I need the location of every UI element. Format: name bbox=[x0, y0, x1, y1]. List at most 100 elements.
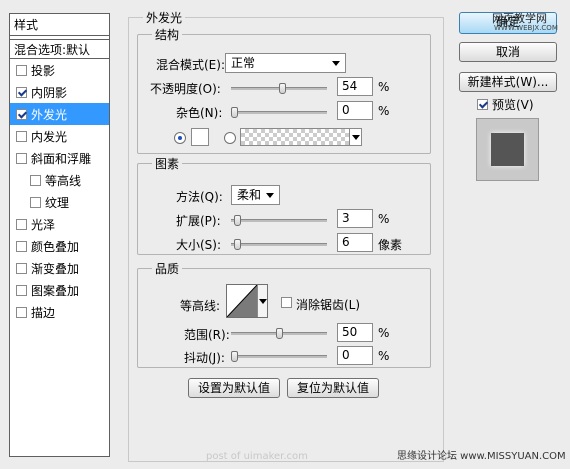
style-item-checkbox[interactable] bbox=[16, 108, 27, 120]
spread-slider[interactable] bbox=[231, 215, 327, 226]
style-item[interactable]: 投影 bbox=[10, 59, 109, 81]
style-item-label: 图案叠加 bbox=[31, 283, 80, 298]
watermark-bottom: post of uimaker.com bbox=[206, 451, 308, 462]
make-default-button[interactable]: 设置为默认值 bbox=[188, 378, 280, 398]
style-list-panel: 样式 混合选项:默认 投影内阴影外发光内发光斜面和浮雕等高线纹理光泽颜色叠加渐变… bbox=[9, 13, 110, 457]
style-item[interactable]: 内阴影 bbox=[10, 81, 109, 103]
chevron-down-icon bbox=[332, 61, 340, 66]
opacity-slider-thumb[interactable] bbox=[279, 83, 286, 94]
jitter-slider-thumb[interactable] bbox=[231, 351, 238, 362]
range-label: 范围(R): bbox=[184, 328, 230, 342]
method-value: 柔和 bbox=[237, 188, 262, 202]
spread-input[interactable]: 3 bbox=[337, 209, 373, 228]
range-input[interactable]: 50 bbox=[337, 323, 373, 342]
jitter-unit: % bbox=[378, 349, 390, 363]
blending-options-item[interactable]: 混合选项:默认 bbox=[10, 39, 109, 59]
method-label: 方法(Q): bbox=[176, 190, 223, 204]
style-item[interactable]: 渐变叠加 bbox=[10, 257, 109, 279]
quality-title: 品质 bbox=[152, 260, 183, 277]
style-item[interactable]: 光泽 bbox=[10, 213, 109, 235]
chevron-down-icon bbox=[352, 135, 360, 140]
new-style-button[interactable]: 新建样式(W)... bbox=[459, 72, 557, 92]
opacity-input[interactable]: 54 bbox=[337, 77, 373, 96]
size-label: 大小(S): bbox=[176, 238, 222, 252]
spread-unit: % bbox=[378, 212, 390, 226]
structure-group: 结构 混合模式(E): 正常 不透明度(O): 54 % 杂色(N): 0 % bbox=[137, 26, 431, 154]
elements-group: 图素 方法(Q): 柔和 扩展(P): 3 % 大小(S): 6 像素 bbox=[137, 155, 431, 255]
gradient-radio[interactable] bbox=[224, 132, 236, 144]
style-item-label: 纹理 bbox=[45, 195, 70, 210]
spread-slider-thumb[interactable] bbox=[234, 215, 241, 226]
style-item-label: 颜色叠加 bbox=[31, 239, 80, 254]
style-item-label: 光泽 bbox=[31, 217, 56, 232]
method-select[interactable]: 柔和 bbox=[231, 185, 280, 205]
range-slider[interactable] bbox=[231, 328, 327, 339]
contour-dropdown[interactable] bbox=[257, 285, 267, 317]
contour-linear-icon bbox=[227, 285, 257, 317]
style-item-checkbox[interactable] bbox=[16, 262, 27, 274]
antialias-checkbox[interactable] bbox=[281, 297, 292, 308]
watermark-site-url: WWW.WEBJX.COM bbox=[494, 24, 558, 32]
blend-mode-value: 正常 bbox=[231, 56, 256, 70]
size-input[interactable]: 6 bbox=[337, 233, 373, 252]
jitter-slider[interactable] bbox=[231, 351, 327, 362]
style-item-checkbox[interactable] bbox=[30, 174, 41, 186]
style-item-checkbox[interactable] bbox=[16, 306, 27, 318]
style-item[interactable]: 斜面和浮雕 bbox=[10, 147, 109, 169]
style-list-header[interactable]: 样式 bbox=[10, 14, 109, 36]
style-item[interactable]: 纹理 bbox=[10, 191, 109, 213]
jitter-input[interactable]: 0 bbox=[337, 346, 373, 365]
range-unit: % bbox=[378, 326, 390, 340]
jitter-label: 抖动(J): bbox=[184, 351, 225, 365]
style-item-checkbox[interactable] bbox=[30, 196, 41, 208]
glow-color-swatch[interactable] bbox=[191, 128, 209, 146]
size-slider-thumb[interactable] bbox=[234, 239, 241, 250]
style-item-checkbox[interactable] bbox=[16, 284, 27, 296]
preview-toggle[interactable]: 预览(V) bbox=[477, 96, 534, 113]
style-item-checkbox[interactable] bbox=[16, 130, 27, 142]
style-item-checkbox[interactable] bbox=[16, 152, 27, 164]
style-item[interactable]: 等高线 bbox=[10, 169, 109, 191]
size-unit: 像素 bbox=[378, 238, 403, 252]
noise-input[interactable]: 0 bbox=[337, 101, 373, 120]
style-item[interactable]: 内发光 bbox=[10, 125, 109, 147]
style-item[interactable]: 颜色叠加 bbox=[10, 235, 109, 257]
contour-label: 等高线: bbox=[180, 299, 221, 313]
opacity-slider[interactable] bbox=[231, 83, 327, 94]
style-item-label: 渐变叠加 bbox=[31, 261, 80, 276]
preview-swatch bbox=[491, 133, 524, 166]
cancel-button[interactable]: 取消 bbox=[459, 42, 557, 62]
outer-glow-group: 外发光 结构 混合模式(E): 正常 不透明度(O): 54 % 杂色(N): … bbox=[128, 9, 444, 462]
range-slider-thumb[interactable] bbox=[276, 328, 283, 339]
style-item[interactable]: 外发光 bbox=[10, 103, 109, 125]
reset-default-button[interactable]: 复位为默认值 bbox=[287, 378, 379, 398]
blend-mode-select[interactable]: 正常 bbox=[225, 53, 346, 73]
chevron-down-icon bbox=[259, 299, 267, 304]
style-item-label: 投影 bbox=[31, 63, 56, 78]
antialias-label[interactable]: 消除锯齿(L) bbox=[296, 296, 360, 313]
preview-checkbox[interactable] bbox=[477, 99, 488, 110]
noise-slider-thumb[interactable] bbox=[231, 107, 238, 118]
style-item-label: 斜面和浮雕 bbox=[31, 151, 92, 166]
style-item-checkbox[interactable] bbox=[16, 64, 27, 76]
contour-picker[interactable] bbox=[226, 284, 268, 318]
style-item-label: 内发光 bbox=[31, 129, 68, 144]
size-slider[interactable] bbox=[231, 239, 327, 250]
style-items: 投影内阴影外发光内发光斜面和浮雕等高线纹理光泽颜色叠加渐变叠加图案叠加描边 bbox=[10, 59, 109, 323]
style-item-label: 外发光 bbox=[31, 107, 68, 122]
style-item-checkbox[interactable] bbox=[16, 218, 27, 230]
style-item-checkbox[interactable] bbox=[16, 86, 27, 98]
style-item-checkbox[interactable] bbox=[16, 240, 27, 252]
elements-title: 图素 bbox=[152, 155, 183, 172]
solid-color-radio[interactable] bbox=[174, 132, 186, 144]
noise-label: 杂色(N): bbox=[176, 106, 223, 120]
gradient-dropdown[interactable] bbox=[349, 129, 361, 145]
gradient-picker[interactable] bbox=[240, 128, 362, 146]
style-item[interactable]: 图案叠加 bbox=[10, 279, 109, 301]
style-item-label: 等高线 bbox=[45, 173, 82, 188]
noise-slider[interactable] bbox=[231, 107, 327, 118]
style-preview-box bbox=[476, 118, 539, 181]
style-item[interactable]: 描边 bbox=[10, 301, 109, 323]
blend-mode-label: 混合模式(E): bbox=[156, 58, 225, 72]
outer-glow-title: 外发光 bbox=[143, 9, 186, 26]
